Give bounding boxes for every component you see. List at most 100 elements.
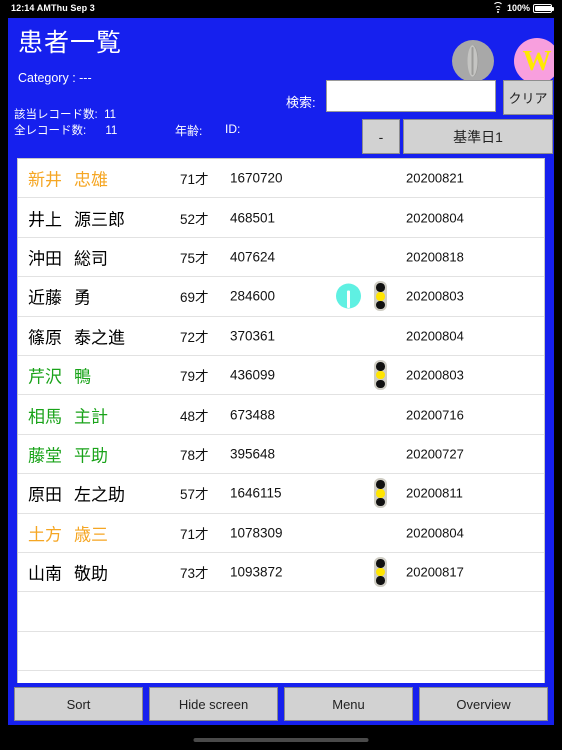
patient-id: 284600 bbox=[230, 288, 276, 304]
patient-date: 20200804 bbox=[406, 210, 464, 226]
toolbar-button-hide-screen[interactable]: Hide screen bbox=[149, 687, 278, 721]
status-bar-right-group: 100% bbox=[492, 0, 554, 16]
patient-id: 1078309 bbox=[230, 525, 283, 541]
id-column-header: ID: bbox=[225, 122, 241, 136]
patient-last-name: 藤堂 bbox=[28, 446, 62, 466]
table-row[interactable]: 新井 忠雄 71才 1670720 20200821 bbox=[18, 159, 544, 199]
table-row-empty bbox=[18, 592, 544, 632]
home-indicator bbox=[193, 737, 369, 742]
patient-id: 468501 bbox=[230, 210, 276, 226]
traffic-light-icon[interactable] bbox=[374, 557, 387, 588]
toolbar-button-sort[interactable]: Sort bbox=[14, 687, 143, 721]
table-row[interactable]: 山南 敬助 73才 1093872 20200817 bbox=[18, 553, 544, 593]
reference-date-button[interactable]: 基準日1 bbox=[403, 119, 553, 154]
traffic-light-glyph bbox=[374, 557, 387, 588]
patient-age: 52才 bbox=[180, 211, 209, 227]
minus-button[interactable]: - bbox=[362, 119, 400, 154]
patient-last-name: 原田 bbox=[28, 485, 62, 505]
patient-date: 20200803 bbox=[406, 288, 464, 304]
patient-first-name: 総司 bbox=[74, 249, 108, 269]
app-window: 患者一覧 W Category : --- 検索: クリア 該当レコード数: 1… bbox=[8, 18, 554, 725]
table-row[interactable]: 土方 歳三 71才 1078309 20200804 bbox=[18, 514, 544, 553]
table-row[interactable]: 篠原 泰之進 72才 370361 20200804 bbox=[18, 317, 544, 356]
patient-last-name: 井上 bbox=[28, 210, 62, 230]
traffic-light-lamp-yellow bbox=[376, 292, 385, 301]
device-frame: 12:14 AM Thu Sep 3 100% 患者一覧 W Category … bbox=[0, 0, 562, 750]
patient-first-name: 勇 bbox=[74, 288, 91, 308]
patient-age: 78才 bbox=[180, 447, 209, 463]
traffic-light-lamp-off bbox=[376, 283, 385, 292]
table-row[interactable]: 近藤勇 69才 284600 20200803 bbox=[18, 277, 544, 317]
patient-first-name: 左之助 bbox=[74, 485, 125, 505]
patient-date: 20200818 bbox=[406, 249, 464, 265]
traffic-light-lamp-off bbox=[376, 300, 385, 310]
clear-button[interactable]: クリア bbox=[503, 80, 553, 115]
w-badge-icon[interactable]: W bbox=[514, 38, 554, 84]
patient-date: 20200804 bbox=[406, 525, 464, 541]
total-record-count: 全レコード数: 11 bbox=[14, 125, 118, 137]
patient-age: 75才 bbox=[180, 250, 209, 266]
table-row[interactable]: 芹沢鴨 79才 436099 20200803 bbox=[18, 356, 544, 396]
patient-date: 20200803 bbox=[406, 367, 464, 383]
table-row[interactable]: 藤堂 平助 78才 395648 20200727 bbox=[18, 435, 544, 475]
table-row[interactable]: 相馬 主計 48才 673488 20200716 bbox=[18, 395, 544, 435]
table-row[interactable]: 井上 源三郎 52才 468501 20200804 bbox=[18, 198, 544, 238]
table-row-empty bbox=[18, 632, 544, 672]
traffic-light-lamp-off bbox=[376, 576, 385, 585]
status-bar: 12:14 AM Thu Sep 3 100% bbox=[0, 0, 562, 16]
patient-first-name: 平助 bbox=[74, 446, 108, 466]
patient-date: 20200811 bbox=[406, 485, 463, 501]
patient-id: 1670720 bbox=[230, 170, 283, 186]
alert-exclamation-icon[interactable] bbox=[336, 283, 361, 309]
traffic-light-icon[interactable] bbox=[374, 360, 387, 391]
avatar-glyph bbox=[467, 45, 479, 77]
patient-age: 73才 bbox=[180, 566, 209, 582]
patient-first-name: 忠雄 bbox=[74, 170, 108, 190]
patient-last-name: 新井 bbox=[28, 170, 62, 190]
patient-first-name: 主計 bbox=[74, 407, 108, 427]
toolbar-button-menu[interactable]: Menu bbox=[284, 687, 413, 721]
table-row[interactable]: 沖田 総司 75才 407624 20200818 bbox=[18, 238, 544, 278]
bottom-toolbar: Sort Hide screen Menu Overview bbox=[8, 683, 554, 725]
toolbar-button-overview[interactable]: Overview bbox=[419, 687, 548, 721]
wifi-icon bbox=[492, 1, 504, 13]
patient-first-name: 泰之進 bbox=[74, 328, 125, 348]
patient-id: 395648 bbox=[230, 446, 276, 462]
traffic-light-lamp-off bbox=[376, 379, 385, 389]
patient-age: 72才 bbox=[180, 329, 209, 345]
w-badge-letter: W bbox=[522, 44, 552, 77]
patient-date: 20200821 bbox=[406, 170, 464, 186]
patient-id: 1646115 bbox=[230, 485, 282, 501]
traffic-light-lamp-yellow bbox=[376, 567, 385, 577]
patient-age: 71才 bbox=[180, 526, 209, 542]
traffic-light-lamp-off bbox=[376, 362, 385, 371]
traffic-light-lamp-off bbox=[376, 559, 385, 568]
patient-first-name: 敬助 bbox=[74, 564, 108, 584]
patient-last-name: 山南 bbox=[28, 564, 62, 584]
patient-age: 79才 bbox=[180, 369, 209, 385]
traffic-light-lamp-off bbox=[376, 497, 385, 507]
traffic-light-glyph bbox=[374, 281, 387, 312]
patient-id: 370361 bbox=[230, 328, 276, 344]
age-column-header: 年齢: bbox=[175, 124, 203, 138]
search-label: 検索: bbox=[286, 95, 316, 110]
search-input[interactable] bbox=[326, 80, 496, 112]
traffic-light-icon[interactable] bbox=[374, 478, 387, 509]
table-row[interactable]: 原田 左之助 57才 1646115 20200811 bbox=[18, 474, 544, 514]
patient-age: 57才 bbox=[180, 487, 209, 503]
patient-first-name: 源三郎 bbox=[74, 210, 125, 230]
traffic-light-lamp-off bbox=[376, 480, 385, 489]
patient-id: 1093872 bbox=[230, 564, 283, 580]
page-title: 患者一覧 bbox=[18, 29, 123, 57]
alert-badge bbox=[336, 283, 361, 309]
patient-list[interactable]: 新井 忠雄 71才 1670720 20200821 井上 源三郎 52才 468501 2020… bbox=[17, 158, 545, 695]
patient-last-name: 土方 bbox=[28, 525, 62, 545]
traffic-light-icon[interactable] bbox=[374, 281, 387, 312]
patient-last-name: 相馬 bbox=[28, 407, 62, 427]
battery-full-icon bbox=[533, 3, 554, 13]
profile-avatar-icon[interactable] bbox=[452, 40, 494, 82]
patient-age: 48才 bbox=[180, 408, 209, 424]
traffic-light-lamp-yellow bbox=[376, 489, 385, 498]
patient-date: 20200727 bbox=[406, 446, 464, 462]
patient-id: 673488 bbox=[230, 407, 276, 423]
